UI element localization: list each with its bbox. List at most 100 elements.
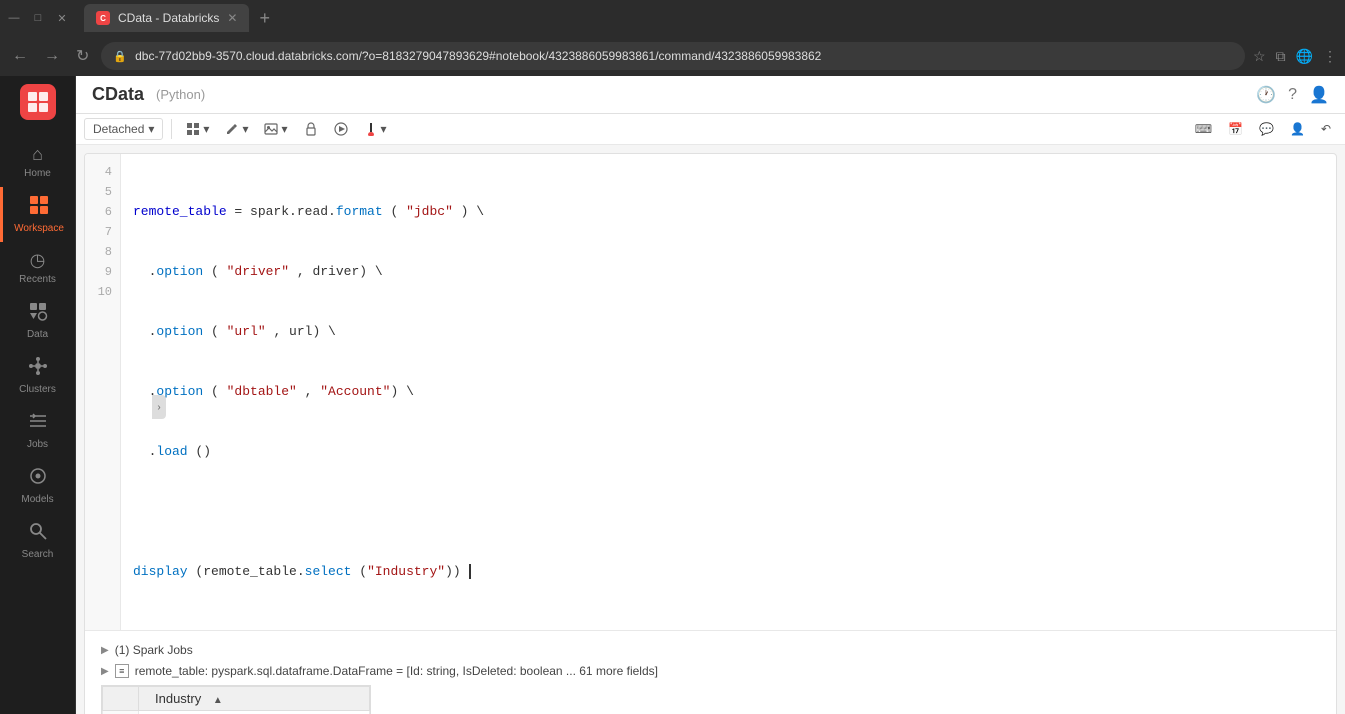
sidebar-item-label: Jobs: [27, 439, 48, 450]
tab-bar: C CData - Databricks ✕ +: [84, 4, 1337, 32]
tab-title: CData - Databricks: [118, 11, 219, 25]
cluster-selector[interactable]: Detached ▾: [84, 118, 163, 140]
user-button[interactable]: 👤: [1284, 119, 1311, 139]
cell-toolbar: Detached ▾ ▾ ▾ ▾: [76, 114, 1345, 145]
toolbar-separator-1: [171, 119, 172, 139]
close-button[interactable]: ✕: [56, 12, 68, 24]
table-row: 1 Biotechnology: [103, 711, 370, 714]
spark-jobs-row[interactable]: ▶ (1) Spark Jobs: [101, 639, 1320, 661]
code-view-label: ▾: [203, 122, 209, 136]
cell-body: 4 5 6 7 8 9 10 remote_table = spark.read…: [85, 154, 1336, 630]
url-bar[interactable]: 🔒 dbc-77d02bb9-3570.cloud.databricks.com…: [101, 42, 1245, 70]
sidebar-item-recents[interactable]: ◷ Recents: [0, 242, 75, 293]
help-icon[interactable]: ?: [1288, 86, 1297, 104]
header-icons: 🕐 ? 👤: [1256, 85, 1329, 105]
code-line-9: [133, 502, 1324, 522]
code-line-4: remote_table = spark.read.format ( "jdbc…: [133, 202, 1324, 222]
content-area: CData (Python) 🕐 ? 👤 Detached ▾ ▾ ▾: [76, 76, 1345, 714]
sidebar-item-models[interactable]: Models: [0, 458, 75, 513]
sidebar-item-label: Workspace: [14, 223, 64, 234]
toolbar-right: ⌨ 📅 💬 👤 ↶: [1189, 119, 1337, 139]
sidebar-item-workspace[interactable]: Workspace: [0, 187, 75, 242]
lock-button[interactable]: [298, 119, 324, 139]
sidebar-item-label: Clusters: [19, 384, 56, 395]
refresh-button[interactable]: ↻: [72, 42, 93, 70]
minimize-button[interactable]: —: [8, 12, 20, 24]
sidebar-item-label: Models: [21, 494, 53, 505]
line-numbers: 4 5 6 7 8 9 10: [85, 154, 121, 630]
schema-arrow: ▶: [101, 666, 109, 677]
line-num-6: 6: [85, 202, 120, 222]
code-view-button[interactable]: ▾: [180, 119, 215, 139]
cell-output: ▶ (1) Spark Jobs ▶ ≡ remote_table: pyspa…: [85, 630, 1336, 714]
active-tab[interactable]: C CData - Databricks ✕: [84, 4, 249, 32]
sidebar-item-data[interactable]: Data: [0, 293, 75, 348]
maximize-button[interactable]: □: [32, 12, 44, 24]
undo-button[interactable]: ↶: [1315, 119, 1337, 139]
notebook-header: CData (Python) 🕐 ? 👤: [76, 76, 1345, 114]
code-line-7: .option ( "dbtable" , "Account") \: [133, 382, 1324, 402]
extensions-icon[interactable]: ⧉: [1276, 48, 1286, 65]
spark-jobs-label: (1) Spark Jobs: [115, 643, 193, 657]
notebook-scroll[interactable]: 4 5 6 7 8 9 10 remote_table = spark.read…: [76, 145, 1345, 714]
models-icon: [28, 466, 48, 491]
sidebar-item-label: Search: [22, 549, 54, 560]
lock-icon: 🔒: [113, 50, 127, 63]
sidebar-item-search[interactable]: Search: [0, 513, 75, 568]
user-icon[interactable]: 👤: [1309, 85, 1329, 105]
forward-button[interactable]: →: [40, 43, 64, 69]
keyboard-button[interactable]: ⌨: [1189, 119, 1218, 139]
industry-value: Biotechnology: [139, 711, 370, 714]
line-num-4: 4: [85, 162, 120, 182]
line-num-10: 10: [85, 282, 120, 302]
sidebar-item-jobs[interactable]: Jobs: [0, 403, 75, 458]
cluster-selector-label: Detached: [93, 122, 144, 136]
sidebar-item-label: Home: [24, 168, 51, 179]
data-table: Industry ▲ 1 Biotechnology 2 Electronics…: [102, 686, 370, 714]
url-text: dbc-77d02bb9-3570.cloud.databricks.com/?…: [135, 49, 1233, 63]
run-button[interactable]: [328, 119, 354, 139]
row-num-header: [103, 687, 139, 711]
sidebar-item-home[interactable]: ⌂ Home: [0, 136, 75, 187]
schema-icon: ≡: [115, 664, 129, 678]
comment-button[interactable]: 💬: [1253, 119, 1280, 139]
code-line-10: display (remote_table.select ("Industry"…: [133, 562, 1324, 582]
sidebar-item-label: Recents: [19, 274, 56, 285]
home-icon: ⌂: [32, 144, 43, 165]
code-content[interactable]: remote_table = spark.read.format ( "jdbc…: [121, 154, 1336, 630]
back-button[interactable]: ←: [8, 43, 32, 69]
schema-text: remote_table: pyspark.sql.dataframe.Data…: [135, 664, 658, 678]
line-num-7: 7: [85, 222, 120, 242]
cluster-selector-arrow: ▾: [148, 122, 154, 136]
industry-column-header[interactable]: Industry ▲: [139, 687, 370, 711]
color-button[interactable]: ▾: [358, 119, 393, 139]
line-num-9: 9: [85, 262, 120, 282]
schema-row[interactable]: ▶ ≡ remote_table: pyspark.sql.dataframe.…: [101, 661, 1320, 681]
sidebar-item-clusters[interactable]: Clusters: [0, 348, 75, 403]
workspace-icon: [29, 195, 49, 220]
line-num-5: 5: [85, 182, 120, 202]
image-button[interactable]: ▾: [258, 119, 293, 139]
browser-bar-icons: ☆ ⧉ 🌐 ⋮: [1253, 48, 1337, 65]
sidebar: ⌂ Home Workspace ◷ Recents: [0, 76, 76, 714]
row-number: 1: [103, 711, 139, 714]
recents-icon: ◷: [30, 250, 46, 271]
window-controls: — □ ✕: [8, 12, 68, 24]
tab-close-button[interactable]: ✕: [227, 11, 237, 25]
industry-header-label: Industry: [155, 691, 201, 706]
bookmark-icon[interactable]: ☆: [1253, 48, 1266, 65]
notebook-title: CData: [92, 84, 144, 105]
clusters-icon: [28, 356, 48, 381]
calendar-button[interactable]: 📅: [1222, 119, 1249, 139]
clock-icon[interactable]: 🕐: [1256, 85, 1276, 105]
sidebar-toggle-button[interactable]: ›: [152, 395, 166, 419]
tab-favicon: C: [96, 11, 110, 25]
edit-button[interactable]: ▾: [219, 119, 254, 139]
sort-arrow[interactable]: ▲: [213, 695, 223, 706]
profile-icon[interactable]: 🌐: [1296, 48, 1313, 65]
new-tab-button[interactable]: +: [253, 8, 276, 29]
menu-icon[interactable]: ⋮: [1323, 48, 1337, 65]
code-line-8: .load (): [133, 442, 1324, 462]
browser-title-bar: — □ ✕ C CData - Databricks ✕ +: [0, 0, 1345, 36]
main-layout: ⌂ Home Workspace ◷ Recents: [0, 76, 1345, 714]
